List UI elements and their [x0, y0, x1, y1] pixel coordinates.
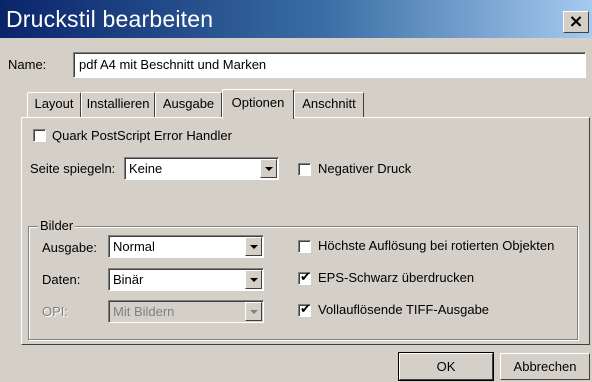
negative-print-checkbox[interactable]: [298, 163, 311, 176]
output-select-value: Normal: [113, 239, 155, 254]
name-input[interactable]: pdf A4 mit Beschnitt und Marken: [73, 52, 586, 78]
tab-installieren[interactable]: Installieren: [81, 92, 155, 117]
mirror-label: Seite spiegeln:: [30, 161, 116, 176]
tab-ausgabe[interactable]: Ausgabe: [155, 92, 222, 117]
images-group-title: Bilder: [38, 218, 76, 234]
tab-installieren-label: Installieren: [86, 96, 150, 111]
mirror-select-value: Keine: [129, 161, 163, 176]
title-bar: Druckstil bearbeiten ×: [0, 0, 592, 38]
full-res-tiff-label: Vollauflösende TIFF-Ausgabe: [318, 302, 490, 317]
close-button[interactable]: ×: [563, 11, 589, 33]
opi-select: Mit Bildern: [108, 300, 264, 323]
tab-optionen[interactable]: Optionen: [222, 89, 294, 119]
data-select-value: Binär: [113, 272, 144, 287]
highest-resolution-label: Höchste Auflösung bei rotierten Objekten: [318, 238, 555, 253]
chevron-down-icon[interactable]: [245, 270, 262, 289]
data-select[interactable]: Binär: [108, 268, 264, 291]
error-handler-label: Quark PostScript Error Handler: [52, 128, 232, 143]
check-icon: ✔: [300, 302, 311, 317]
chevron-down-icon[interactable]: [260, 159, 277, 178]
name-label: Name:: [8, 57, 47, 72]
opi-label: OPI:: [42, 304, 69, 319]
data-label: Daten:: [42, 272, 81, 287]
eps-black-checkbox[interactable]: ✔: [298, 270, 311, 285]
tab-anschnitt-label: Anschnitt: [302, 96, 356, 111]
eps-black-label: EPS-Schwarz überdrucken: [318, 270, 475, 285]
error-handler-checkbox[interactable]: [33, 129, 46, 142]
highest-resolution-checkbox[interactable]: [298, 240, 311, 253]
check-icon: ✔: [300, 270, 311, 285]
tab-ausgabe-label: Ausgabe: [162, 96, 215, 111]
opi-select-value: Mit Bildern: [113, 304, 175, 319]
full-res-tiff-checkbox[interactable]: ✔: [298, 302, 311, 317]
output-select[interactable]: Normal: [108, 235, 264, 258]
ok-button[interactable]: OK: [398, 352, 494, 381]
cancel-button[interactable]: Abbrechen: [500, 353, 590, 380]
tab-optionen-label: Optionen: [231, 95, 285, 110]
tab-layout[interactable]: Layout: [27, 92, 81, 117]
negative-print-label: Negativer Druck: [318, 161, 412, 176]
window-title: Druckstil bearbeiten: [6, 6, 214, 32]
chevron-down-icon[interactable]: [245, 237, 262, 256]
tab-layout-label: Layout: [34, 96, 74, 111]
output-label: Ausgabe:: [42, 240, 97, 255]
chevron-down-icon: [245, 302, 262, 321]
tab-anschnitt[interactable]: Anschnitt: [294, 92, 364, 117]
name-input-value: pdf A4 mit Beschnitt und Marken: [79, 57, 267, 72]
close-icon: ×: [568, 11, 584, 32]
mirror-select[interactable]: Keine: [124, 157, 279, 180]
